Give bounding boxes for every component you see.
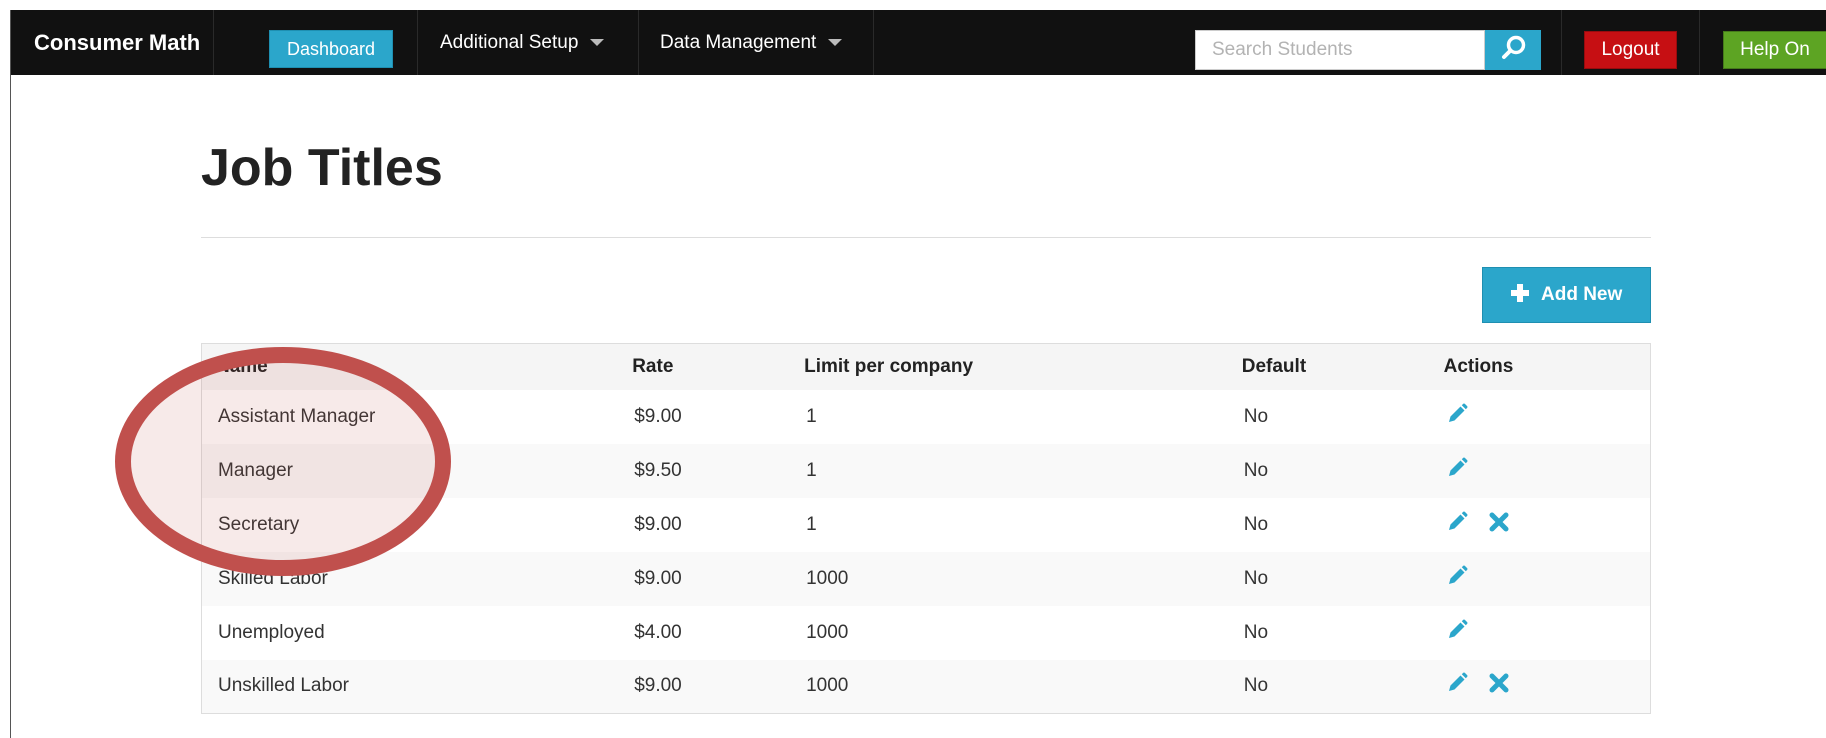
- cell-default: No: [1227, 659, 1430, 714]
- cell-actions: [1429, 551, 1651, 606]
- search-input[interactable]: [1195, 30, 1485, 70]
- table-row: Secretary $9.00 1 No: [201, 497, 1651, 552]
- add-new-button[interactable]: Add New: [1482, 267, 1651, 323]
- cell-actions: [1429, 443, 1651, 498]
- job-titles-table: Name Rate Limit per company Default Acti…: [201, 343, 1651, 714]
- header-actions: Actions: [1429, 343, 1651, 390]
- dashboard-button[interactable]: Dashboard: [269, 30, 393, 68]
- cell-default: No: [1227, 551, 1430, 606]
- cell-default: No: [1227, 497, 1430, 552]
- pencil-icon[interactable]: [1446, 403, 1468, 431]
- header-limit[interactable]: Limit per company: [790, 343, 1228, 390]
- cell-name: Unskilled Labor: [201, 659, 619, 714]
- table-row: Assistant Manager $9.00 1 No: [201, 389, 1651, 444]
- cell-name: Secretary: [201, 497, 619, 552]
- cell-name: Unemployed: [201, 605, 619, 660]
- pencil-icon[interactable]: [1446, 619, 1468, 647]
- header-default[interactable]: Default: [1227, 343, 1430, 390]
- cell-default: No: [1227, 389, 1430, 444]
- additional-setup-label: Additional Setup: [440, 32, 579, 53]
- cell-limit: 1000: [790, 551, 1228, 606]
- cell-name: Assistant Manager: [201, 389, 619, 444]
- help-button[interactable]: Help On: [1723, 31, 1826, 69]
- cell-actions: [1429, 497, 1651, 552]
- cell-actions: [1429, 389, 1651, 444]
- cell-rate: $9.50: [618, 443, 791, 498]
- nav-separator: [638, 10, 639, 75]
- cell-name: Manager: [201, 443, 619, 498]
- cell-limit: 1000: [790, 659, 1228, 714]
- plus-icon: [1511, 284, 1529, 302]
- cell-limit: 1: [790, 443, 1228, 498]
- cell-rate: $9.00: [618, 389, 791, 444]
- cell-rate: $9.00: [618, 551, 791, 606]
- cell-rate: $9.00: [618, 497, 791, 552]
- table-body: Assistant Manager $9.00 1 No Manager $9.50 1 No…: [201, 389, 1651, 714]
- table-row: Skilled Labor $9.00 1000 No: [201, 551, 1651, 606]
- nav-separator: [417, 10, 418, 75]
- logout-button[interactable]: Logout: [1584, 31, 1677, 69]
- add-new-label: Add New: [1541, 284, 1623, 305]
- pencil-icon[interactable]: [1446, 457, 1468, 485]
- pencil-icon[interactable]: [1446, 565, 1468, 593]
- close-icon[interactable]: [1488, 672, 1510, 700]
- nav-separator: [873, 10, 874, 75]
- pencil-icon[interactable]: [1446, 672, 1468, 700]
- pencil-icon[interactable]: [1446, 511, 1468, 539]
- cell-rate: $4.00: [618, 605, 791, 660]
- cell-limit: 1000: [790, 605, 1228, 660]
- additional-setup-menu[interactable]: Additional Setup: [440, 10, 605, 75]
- nav-separator: [1699, 10, 1700, 75]
- brand-title[interactable]: Consumer Math: [34, 10, 200, 75]
- cell-default: No: [1227, 443, 1430, 498]
- cell-actions: [1429, 605, 1651, 660]
- cell-limit: 1: [790, 389, 1228, 444]
- header-rate[interactable]: Rate: [618, 343, 791, 390]
- top-navbar: Consumer Math Dashboard Additional Setup…: [11, 10, 1826, 75]
- cell-default: No: [1227, 605, 1430, 660]
- header-name[interactable]: Name: [201, 343, 619, 390]
- app-window: Consumer Math Dashboard Additional Setup…: [10, 10, 1826, 738]
- nav-separator: [1561, 10, 1562, 75]
- data-management-label: Data Management: [660, 32, 817, 53]
- data-management-menu[interactable]: Data Management: [660, 10, 843, 75]
- table-row: Unemployed $4.00 1000 No: [201, 605, 1651, 660]
- table-header-row: Name Rate Limit per company Default Acti…: [201, 343, 1651, 390]
- caret-down-icon: [590, 39, 605, 47]
- page-title: Job Titles: [201, 139, 443, 197]
- cell-actions: [1429, 659, 1651, 714]
- table-row: Unskilled Labor $9.00 1000 No: [201, 659, 1651, 714]
- title-divider: [201, 237, 1651, 238]
- search-button[interactable]: [1485, 30, 1541, 70]
- table-row: Manager $9.50 1 No: [201, 443, 1651, 498]
- cell-limit: 1: [790, 497, 1228, 552]
- nav-separator: [213, 10, 214, 75]
- search-icon: [1502, 35, 1526, 59]
- cell-rate: $9.00: [618, 659, 791, 714]
- close-icon[interactable]: [1488, 511, 1510, 539]
- caret-down-icon: [828, 39, 843, 47]
- cell-name: Skilled Labor: [201, 551, 619, 606]
